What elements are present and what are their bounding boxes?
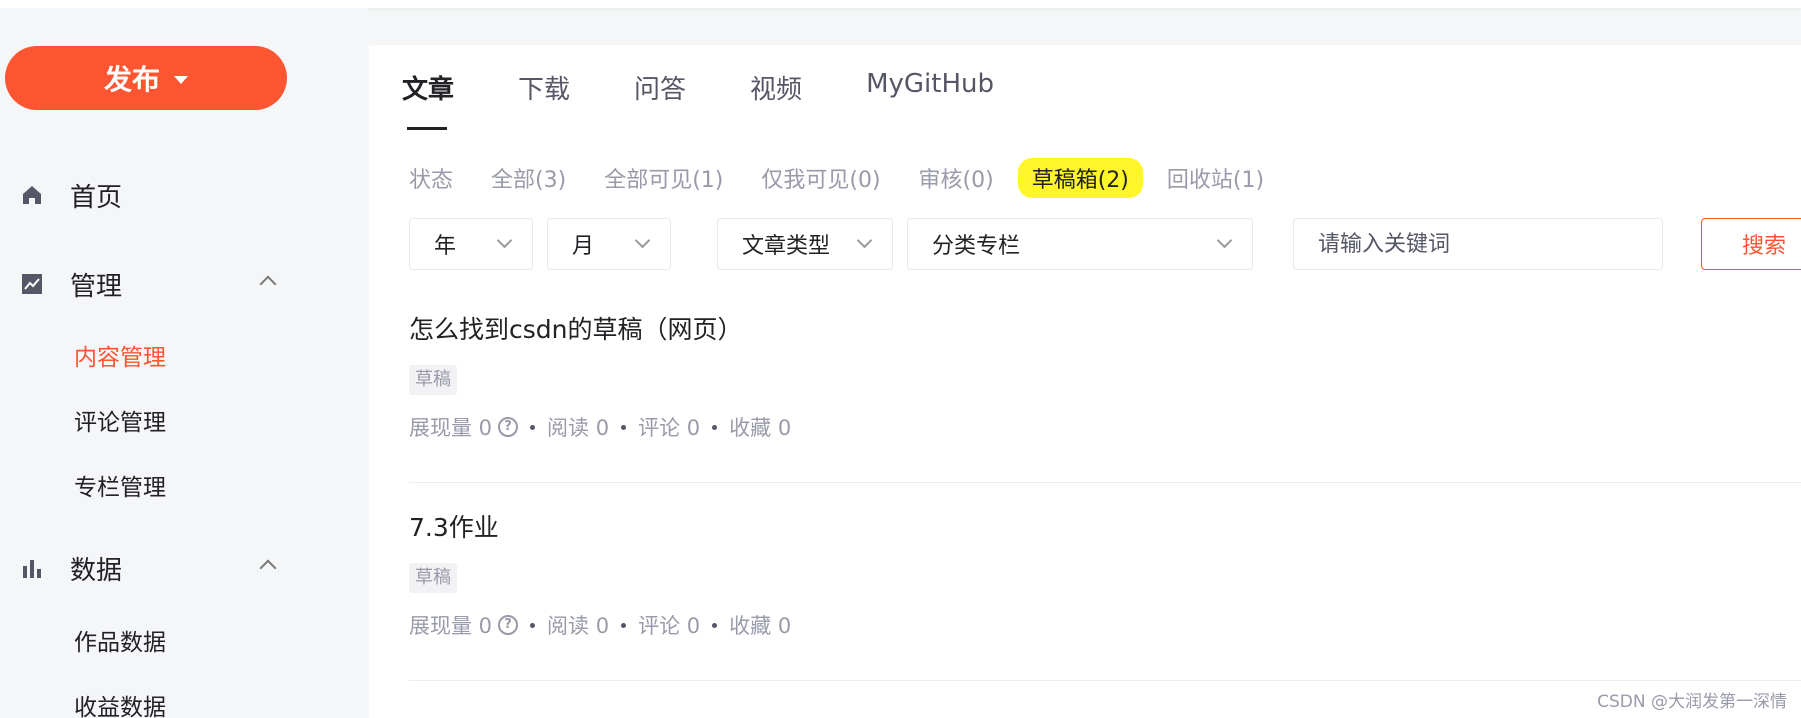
sidebar-item-content-manage[interactable]: 内容管理: [74, 338, 166, 372]
sidebar-item-income-data[interactable]: 收益数据: [74, 688, 166, 718]
reads-count: 阅读 0: [547, 416, 610, 440]
status-label: 状态: [409, 168, 454, 193]
status-private[interactable]: 仅我可见(0): [761, 160, 880, 196]
separator-dot: [621, 622, 627, 628]
article-item: 怎么找到csdn的草稿（网页） 草稿 展现量 0 ? 阅读 0 评论 0 收藏 …: [409, 310, 1801, 483]
main-content: 文章 下载 问答 视频 MyGitHub 状态 全部(3) 全部可见(1) 仅我…: [369, 45, 1801, 718]
comments-count: 评论 0: [638, 614, 701, 638]
year-select-value: 年: [434, 234, 457, 259]
separator-dot: [712, 622, 718, 628]
sidebar-item-home[interactable]: 首页: [0, 175, 368, 215]
status-review[interactable]: 审核(0): [919, 160, 994, 196]
draft-tag: 草稿: [409, 563, 457, 593]
status-filter: 状态 全部(3) 全部可见(1) 仅我可见(0) 审核(0) 草稿箱(2) 回收…: [409, 158, 1302, 198]
sidebar-item-label: 首页: [70, 182, 123, 213]
views-count: 展现量 0: [409, 416, 493, 440]
sidebar-item-manage[interactable]: 管理: [0, 264, 368, 304]
status-public[interactable]: 全部可见(1): [604, 160, 723, 196]
month-select[interactable]: 月: [547, 218, 671, 270]
article-type-select[interactable]: 文章类型: [717, 218, 893, 270]
search-button[interactable]: 搜索: [1701, 218, 1801, 270]
chart-line-icon: [22, 274, 42, 294]
status-recycle-bin[interactable]: 回收站(1): [1167, 160, 1264, 196]
sidebar-item-comment-manage[interactable]: 评论管理: [74, 403, 166, 437]
tab-mygithub[interactable]: MyGitHub: [866, 69, 994, 109]
article-stats: 展现量 0 ? 阅读 0 评论 0 收藏 0: [409, 412, 791, 442]
chevron-down-icon: [634, 232, 651, 249]
views-count: 展现量 0: [409, 614, 493, 638]
favorites-count: 收藏 0: [729, 614, 792, 638]
help-circle-icon[interactable]: ?: [498, 417, 519, 437]
publish-label: 发布: [103, 63, 160, 96]
category-select-value: 分类专栏: [932, 234, 1021, 259]
sidebar-item-works-data[interactable]: 作品数据: [74, 623, 166, 657]
sidebar-item-data[interactable]: 数据: [0, 548, 368, 588]
month-select-value: 月: [572, 234, 595, 259]
publish-button[interactable]: 发布: [5, 46, 287, 110]
separator-dot: [530, 622, 536, 628]
separator-dot: [712, 424, 718, 430]
caret-down-icon[interactable]: [174, 76, 188, 84]
article-title[interactable]: 7.3作业: [409, 508, 499, 544]
separator-dot: [621, 424, 627, 430]
category-select[interactable]: 分类专栏: [907, 218, 1253, 270]
chevron-down-icon: [496, 232, 513, 249]
help-circle-icon[interactable]: ?: [498, 615, 519, 635]
tab-videos[interactable]: 视频: [750, 69, 802, 109]
article-type-select-value: 文章类型: [742, 234, 831, 259]
chevron-down-icon: [856, 232, 873, 249]
comments-count: 评论 0: [638, 416, 701, 440]
sidebar-item-column-manage[interactable]: 专栏管理: [74, 468, 166, 502]
status-drafts[interactable]: 草稿箱(2): [1017, 158, 1143, 198]
separator-dot: [530, 424, 536, 430]
reads-count: 阅读 0: [547, 614, 610, 638]
sidebar-item-label: 管理: [70, 271, 123, 302]
chevron-up-icon[interactable]: [259, 275, 277, 293]
tab-downloads[interactable]: 下载: [518, 69, 570, 109]
draft-tag: 草稿: [409, 365, 457, 395]
bar-chart-icon: [23, 560, 41, 578]
watermark: CSDN @大润发第一深情: [1597, 692, 1787, 712]
tab-articles[interactable]: 文章: [402, 69, 454, 130]
search-input[interactable]: [1293, 218, 1663, 270]
article-item: 7.3作业 草稿 展现量 0 ? 阅读 0 评论 0 收藏 0: [409, 508, 1801, 681]
home-icon: [23, 186, 41, 204]
status-all[interactable]: 全部(3): [491, 160, 566, 196]
sidebar-item-label: 数据: [70, 555, 123, 586]
favorites-count: 收藏 0: [729, 416, 792, 440]
filter-bar: 年 月 文章类型 分类专栏 搜索: [369, 218, 1801, 270]
chevron-down-icon: [1216, 232, 1233, 249]
content-tabs: 文章 下载 问答 视频 MyGitHub: [402, 69, 1058, 130]
tab-qa[interactable]: 问答: [634, 69, 686, 109]
article-title[interactable]: 怎么找到csdn的草稿（网页）: [409, 310, 743, 346]
sidebar: 发布 首页 管理 内容管理 评论管理 专栏管理 数据 作品数据 收益数据: [0, 8, 368, 718]
year-select[interactable]: 年: [409, 218, 533, 270]
top-bar: [0, 0, 1801, 8]
chevron-up-icon[interactable]: [259, 559, 277, 577]
article-stats: 展现量 0 ? 阅读 0 评论 0 收藏 0: [409, 610, 791, 640]
